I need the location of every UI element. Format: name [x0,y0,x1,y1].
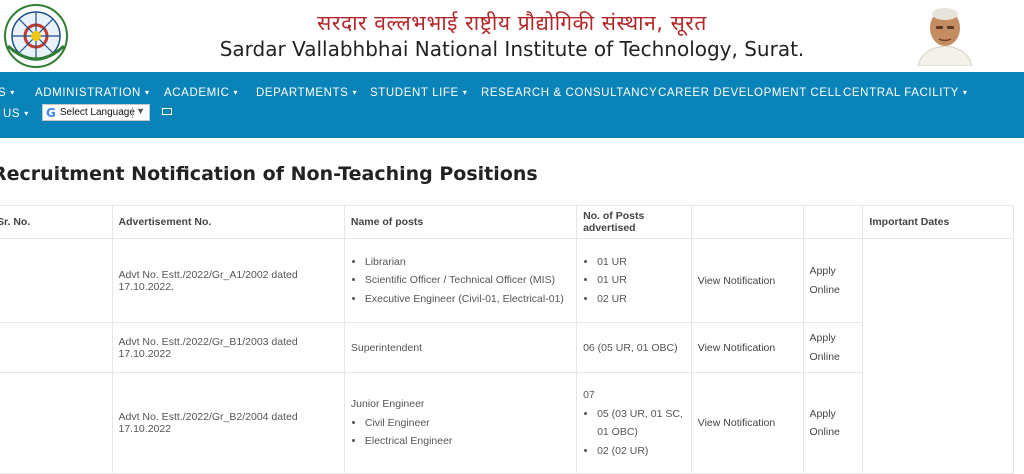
view-notification-link[interactable]: View Notification [690,322,804,373]
title-hindi: सरदार वल्लभभाई राष्ट्रीय प्रौद्योगिकी सं… [317,11,707,35]
table-row: Advt No. Estt./2022/Gr_B1/2003 dated 17.… [0,322,1014,373]
posts-cell: Librarian Scientific Officer / Technical… [343,238,578,323]
site-header: सरदार वल्लभभाई राष्ट्रीय प्रौद्योगिकी सं… [0,0,1024,72]
apply-online-link[interactable]: Apply Online [802,372,864,474]
list-item: 01 UR [597,253,685,272]
chevron-down-icon: ▾ [352,88,358,97]
chevron-down-icon: ▾ [24,109,29,118]
posts-count-cell: 01 UR 01 UR 02 UR [576,238,692,323]
nav-item-central-facility[interactable]: CENTRAL FACILITY ▾ [843,87,968,99]
posts-list: Civil Engineer Electrical Engineer [351,414,570,451]
list-item: Electrical Engineer [365,432,570,451]
nav-item-research-consultancy[interactable]: RESEARCH & CONSULTANCY [481,87,657,99]
founder-portrait [912,4,978,66]
sr-no-cell [0,372,113,474]
advertisement-no-cell: Advt No. Estt./2022/Gr_B2/2004 dated 17.… [111,372,345,474]
nav-item-partial[interactable]: S ▾ [0,87,15,99]
nav-item-career-development-cell[interactable]: CAREER DEVELOPMENT CELL [658,87,842,99]
posts-count-list: 01 UR 01 UR 02 UR [583,253,685,309]
recruitment-table: Sr. No. Advertisement No. Name of posts … [0,205,1014,474]
language-select-label: Select Language [59,107,135,118]
advertisement-no-cell: Advt No. Estt./2022/Gr_B1/2003 dated 17.… [111,322,345,373]
col-header-no-of-posts: No. of Posts advertised [576,205,692,239]
apply-online-link[interactable]: Apply Online [802,238,864,323]
table-header-row: Sr. No. Advertisement No. Name of posts … [0,205,1014,239]
list-item: Executive Engineer (Civil-01, Electrical… [365,290,570,309]
important-dates-cell [862,238,1014,474]
dropdown-arrow-icon: ▼ [136,106,145,116]
list-item: 02 UR [597,290,685,309]
list-item: 01 UR [597,271,685,290]
posts-cell: Superintendent [343,322,578,373]
list-item: 05 (03 UR, 01 SC, 01 OBC) [597,405,685,442]
list-item: Civil Engineer [365,414,570,433]
chevron-down-icon: ▾ [462,88,468,97]
mail-icon[interactable] [162,108,172,115]
posts-group-title: Junior Engineer [350,398,425,411]
col-header-important-dates: Important Dates [862,205,1014,239]
apply-online-link[interactable]: Apply Online [802,322,864,373]
google-icon: G [46,105,56,120]
nav-item-academic[interactable]: ACADEMIC ▾ [164,87,238,99]
nav-item-administration[interactable]: ADMINISTRATION ▾ [35,87,150,99]
posts-list: Librarian Scientific Officer / Technical… [351,253,570,309]
title-english: Sardar Vallabhbhai National Institute of… [219,37,805,61]
chevron-down-icon: ▾ [10,88,15,97]
table-row: Advt No. Estt./2022/Gr_B2/2004 dated 17.… [0,372,1014,474]
page-title: Recruitment Notification of Non-Teaching… [0,162,538,185]
divider [132,107,133,118]
posts-cell: Junior Engineer Civil Engineer Electrica… [343,372,578,474]
col-header-advertisement-no: Advertisement No. [111,205,345,239]
list-item: 02 (02 UR) [597,442,685,461]
list-item: Scientific Officer / Technical Officer (… [365,271,570,290]
col-header-notification [690,205,804,239]
chevron-down-icon: ▾ [233,88,239,97]
nav-item-contact-us[interactable]: US ▾ [3,108,29,120]
nav-item-student-life[interactable]: STUDENT LIFE ▾ [370,87,467,99]
sr-no-cell [0,238,113,323]
table-row: Advt No. Estt./2022/Gr_A1/2002 dated 17.… [0,238,1014,474]
chevron-down-icon: ▾ [962,88,968,97]
language-select[interactable]: G Select Language ▼ [42,104,150,121]
posts-count-cell: 07 05 (03 UR, 01 SC, 01 OBC) 02 (02 UR) [576,372,692,474]
sr-no-cell [0,322,113,373]
advertisement-no-cell: Advt No. Estt./2022/Gr_A1/2002 dated 17.… [111,238,345,323]
nav-item-departments[interactable]: DEPARTMENTS ▾ [256,87,357,99]
view-notification-link[interactable]: View Notification [690,238,804,323]
col-header-name-of-posts: Name of posts [343,205,578,239]
col-header-apply [802,205,864,239]
posts-count-cell: 06 (05 UR, 01 OBC) [576,322,692,373]
posts-count-total: 07 [583,389,595,401]
main-nav: S ▾ ADMINISTRATION ▾ ACADEMIC ▾ DEPARTMENTS… [0,72,1024,138]
posts-count-list: 05 (03 UR, 01 SC, 01 OBC) 02 (02 UR) [583,405,685,461]
chevron-down-icon: ▾ [144,88,150,97]
col-header-sr-no: Sr. No. [0,205,113,239]
view-notification-link[interactable]: View Notification [690,372,804,474]
list-item: Librarian [365,253,570,272]
